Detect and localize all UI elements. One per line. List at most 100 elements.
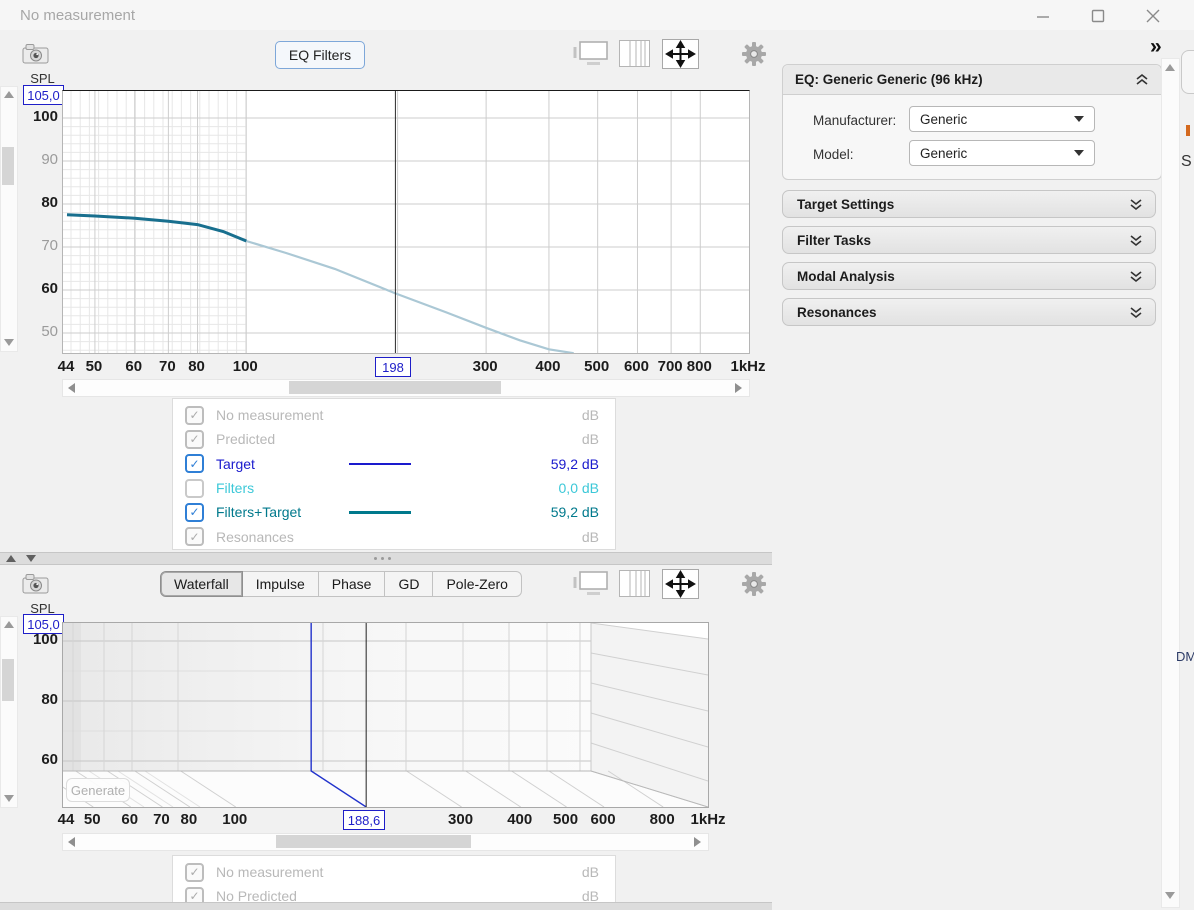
expand-panel-chevrons[interactable]: » [1150, 35, 1162, 59]
generate-waterfall-button[interactable]: Generate [66, 778, 130, 802]
section-modal-analysis[interactable]: Modal Analysis [782, 262, 1156, 290]
bottom-cursor-frequency[interactable]: 188,6 [343, 810, 385, 830]
clipped-text-top: S [1181, 153, 1192, 171]
legend-line-swatch [349, 463, 499, 466]
section-resonances[interactable]: Resonances [782, 298, 1156, 326]
scroll-up-arrow-icon[interactable] [1165, 64, 1175, 71]
pan-zoom-button-bottom[interactable] [662, 569, 699, 599]
collapse-chevron-up-icon[interactable] [1135, 73, 1149, 86]
manufacturer-dropdown[interactable]: Generic [909, 106, 1095, 132]
bottom-splitter[interactable] [0, 902, 772, 910]
close-button[interactable] [1140, 8, 1166, 24]
capture-image-button-bottom[interactable] [22, 571, 50, 596]
gear-icon [741, 571, 767, 597]
horizontal-scroll-thumb[interactable] [289, 381, 501, 394]
legend-label: Target [216, 456, 349, 472]
top-cursor-frequency[interactable]: 198 [375, 357, 411, 377]
move-arrows-icon [662, 39, 699, 69]
vertical-scroll-thumb[interactable] [2, 659, 14, 701]
eq-card-header[interactable]: EQ: Generic Generic (96 kHz) [783, 65, 1161, 95]
legend-label: Resonances [216, 529, 349, 545]
scroll-right-arrow-icon[interactable] [694, 837, 701, 847]
legend-checkbox: ✓ [185, 430, 204, 449]
graph-settings-button[interactable] [741, 41, 767, 67]
scroll-right-arrow-icon[interactable] [735, 383, 742, 393]
eq-device-card: EQ: Generic Generic (96 kHz) Manufacture… [782, 64, 1162, 180]
splitter-collapse-up-icon[interactable] [6, 555, 16, 562]
top-chart-legend: ✓No measurementdB✓PredicteddB✓Target59,2… [172, 398, 616, 550]
bottom-waterfall-chart[interactable] [62, 622, 709, 808]
layout-columns-button[interactable] [619, 40, 650, 67]
top-y-tick-label: 70 [14, 237, 58, 254]
maximize-button[interactable] [1085, 8, 1111, 24]
pan-zoom-button[interactable] [662, 39, 699, 69]
columns-icon [619, 570, 650, 597]
gear-icon [741, 41, 767, 67]
bottom-chart-horizontal-scrollbar[interactable] [62, 833, 709, 851]
capture-to-monitor-button-bottom[interactable] [573, 570, 609, 596]
top-chart-horizontal-scrollbar[interactable] [62, 379, 750, 397]
layout-columns-button-bottom[interactable] [619, 570, 650, 597]
top-chart-vertical-scrollbar[interactable] [0, 86, 18, 352]
manufacturer-value: Generic [920, 112, 967, 127]
eq-filters-button[interactable]: EQ Filters [275, 41, 365, 69]
capture-to-monitor-button[interactable] [573, 40, 609, 66]
section-title: Target Settings [797, 197, 1129, 212]
bottom-chart-tab-bar: WaterfallImpulsePhaseGDPole-Zero [160, 571, 522, 597]
scroll-up-arrow-icon[interactable] [4, 91, 14, 98]
model-value: Generic [920, 146, 967, 161]
top-x-tick-label: 300 [457, 358, 513, 375]
legend-row: ✓No measurementdB [173, 403, 615, 427]
expand-chevron-down-icon[interactable] [1129, 306, 1143, 319]
clipped-panel-button [1181, 50, 1194, 94]
tab-impulse[interactable]: Impulse [242, 571, 319, 597]
scroll-left-arrow-icon[interactable] [68, 837, 75, 847]
section-filter-tasks[interactable]: Filter Tasks [782, 226, 1156, 254]
tab-pole-zero[interactable]: Pole-Zero [432, 571, 521, 597]
minimize-icon [1036, 9, 1050, 23]
splitter-collapse-down-icon[interactable] [26, 555, 36, 562]
graph-settings-button-bottom[interactable] [741, 571, 767, 597]
top-y-tick-label: 100 [14, 108, 58, 125]
top-y-tick-label: 60 [14, 280, 58, 297]
section-target-settings[interactable]: Target Settings [782, 190, 1156, 218]
tab-phase[interactable]: Phase [318, 571, 386, 597]
right-panel-scrollbar[interactable] [1161, 58, 1180, 908]
scroll-down-arrow-icon[interactable] [4, 339, 14, 346]
expand-chevron-down-icon[interactable] [1129, 198, 1143, 211]
bottom-y-tick-label: 80 [14, 691, 58, 708]
close-icon [1146, 9, 1160, 23]
legend-checkbox[interactable] [185, 479, 204, 498]
legend-label: Filters+Target [216, 504, 349, 520]
scroll-down-arrow-icon[interactable] [1165, 892, 1175, 899]
scroll-up-arrow-icon[interactable] [4, 621, 14, 628]
legend-row: ✓PredicteddB [173, 427, 615, 451]
legend-checkbox[interactable]: ✓ [185, 503, 204, 522]
bottom-x-tick-label: 600 [575, 811, 631, 828]
minimize-button[interactable] [1030, 8, 1056, 24]
splitter-grip-icon[interactable] [374, 557, 391, 560]
pane-splitter[interactable] [0, 552, 772, 565]
tab-waterfall[interactable]: Waterfall [160, 571, 243, 597]
tab-gd[interactable]: GD [384, 571, 433, 597]
expand-chevron-down-icon[interactable] [1129, 270, 1143, 283]
monitor-icon [573, 40, 609, 66]
expand-chevron-down-icon[interactable] [1129, 234, 1143, 247]
legend-checkbox[interactable]: ✓ [185, 454, 204, 473]
vertical-scroll-thumb[interactable] [2, 147, 14, 185]
top-axis-max-value[interactable]: 105,0 [23, 85, 64, 105]
top-x-tick-label: 400 [520, 358, 576, 375]
model-dropdown[interactable]: Generic [909, 140, 1095, 166]
scroll-left-arrow-icon[interactable] [68, 383, 75, 393]
bottom-x-tick-label: 100 [207, 811, 263, 828]
legend-value: 59,2 dB [499, 504, 599, 520]
horizontal-scroll-thumb[interactable] [276, 835, 471, 848]
capture-image-button[interactable] [22, 41, 50, 66]
eq-card-title: EQ: Generic Generic (96 kHz) [795, 72, 1135, 87]
legend-label: Filters [216, 480, 349, 496]
bottom-chart-canvas [63, 623, 708, 807]
section-title: Filter Tasks [797, 233, 1129, 248]
legend-value: dB [499, 529, 599, 545]
top-spl-chart[interactable] [62, 90, 750, 354]
scroll-down-arrow-icon[interactable] [4, 795, 14, 802]
